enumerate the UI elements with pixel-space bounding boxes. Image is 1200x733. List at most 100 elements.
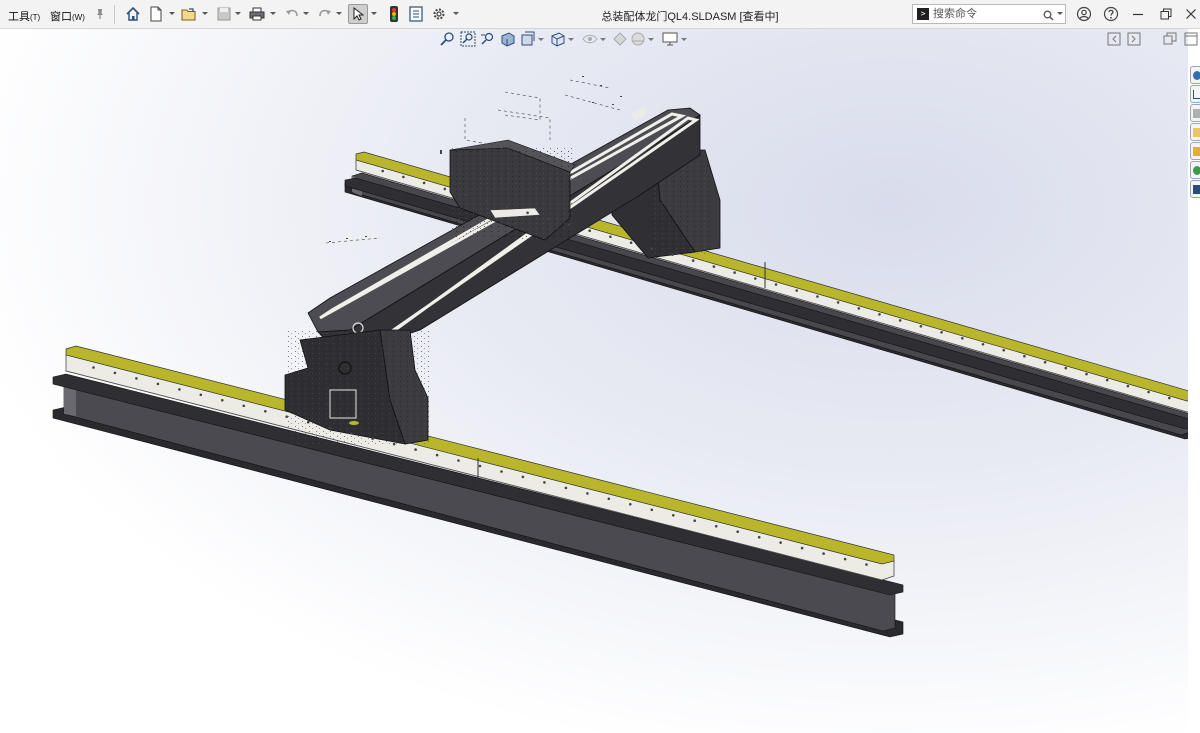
- save-dropdown-caret[interactable]: [234, 10, 242, 18]
- graphics-area[interactable]: [0, 29, 1188, 733]
- viewport-maximize-icon[interactable]: [1184, 32, 1200, 48]
- bolt-hole: [457, 459, 460, 462]
- search-box[interactable]: >: [912, 4, 1066, 24]
- print-dropdown-caret[interactable]: [269, 10, 277, 18]
- menu-tools[interactable]: 工具(T): [8, 8, 40, 24]
- bolt-hole: [586, 492, 589, 495]
- zoom-to-area-icon[interactable]: [460, 31, 477, 48]
- redo-icon[interactable]: [315, 4, 335, 24]
- bolt-hole: [1168, 396, 1171, 400]
- bolt-hole: [349, 431, 353, 435]
- bolt-hole: [836, 301, 840, 304]
- tab-custom-properties[interactable]: [1190, 180, 1200, 198]
- bolt-hole: [754, 277, 757, 280]
- bolt-hole: [774, 283, 778, 286]
- hide-show-items-icon[interactable]: [582, 31, 599, 48]
- bolt-hole: [306, 420, 310, 424]
- section-view-icon[interactable]: [500, 31, 517, 48]
- heads-up-view-toolbar: [436, 31, 696, 49]
- user-account-icon[interactable]: [1073, 4, 1095, 24]
- options-dropdown-caret[interactable]: [452, 10, 460, 18]
- menu-window-label: 窗口: [50, 11, 72, 23]
- bolt-hole: [693, 519, 696, 522]
- dock-panel-right-icon[interactable]: [1127, 32, 1143, 48]
- new-dropdown-caret[interactable]: [168, 10, 176, 18]
- folder-icon: [1193, 128, 1200, 137]
- redo-dropdown-caret[interactable]: [335, 10, 343, 18]
- viewport-restore-icon[interactable]: [1163, 32, 1179, 48]
- bolt-hole: [422, 181, 426, 185]
- title-bar: 工具(T) 窗口(W) 总装配体龙门QL4.SLDASM [查看中] > 搜索命…: [0, 0, 1200, 29]
- orientation-dropdown-caret[interactable]: [568, 37, 574, 43]
- select-dropdown-caret[interactable]: [370, 10, 378, 18]
- bolt-hole: [650, 508, 654, 512]
- new-document-icon[interactable]: [146, 4, 166, 24]
- select-pointer-icon[interactable]: [348, 4, 368, 24]
- properties-icon: [1193, 185, 1200, 194]
- close-icon[interactable]: [1180, 4, 1200, 24]
- tab-design-library[interactable]: [1190, 104, 1200, 122]
- restore-icon[interactable]: [1155, 4, 1177, 24]
- tab-home[interactable]: [1190, 85, 1200, 103]
- previous-view-icon[interactable]: [480, 31, 497, 48]
- tab-file-explorer[interactable]: [1190, 123, 1200, 141]
- tab-appearances[interactable]: [1190, 161, 1200, 179]
- gear-icon[interactable]: [429, 4, 449, 24]
- bolt-hole: [733, 271, 736, 274]
- menu-window[interactable]: 窗口(W): [50, 8, 85, 24]
- bolt-hole: [736, 530, 739, 533]
- bolt-hole: [1002, 348, 1005, 352]
- bolt-hole: [521, 475, 525, 479]
- help-icon[interactable]: [1100, 4, 1122, 24]
- bolt-hole: [609, 235, 612, 238]
- library-icon: [1193, 109, 1200, 118]
- zoom-to-fit-icon[interactable]: [440, 31, 457, 48]
- bolt-hole: [672, 514, 675, 517]
- minimize-icon[interactable]: [1127, 4, 1149, 24]
- dynamic-annotation-icon[interactable]: [520, 31, 537, 48]
- bolt-hole: [478, 464, 482, 468]
- undo-icon[interactable]: [282, 4, 302, 24]
- search-input[interactable]: [933, 7, 1041, 21]
- bolt-hole: [671, 253, 674, 256]
- edit-appearance-icon[interactable]: [612, 31, 629, 48]
- bolt-hole: [857, 307, 861, 310]
- command-prompt-icon: >: [917, 8, 929, 20]
- pin-icon[interactable]: [90, 4, 110, 24]
- globe-icon: [1193, 71, 1200, 80]
- bolt-hole: [564, 486, 568, 490]
- dock-panel-left-icon[interactable]: [1107, 32, 1123, 48]
- tab-solidworks-resources[interactable]: [1190, 66, 1200, 84]
- appearance-icon: [1193, 166, 1200, 175]
- annotation-dropdown-caret[interactable]: [538, 37, 544, 43]
- gantry-assembly-model[interactable]: [0, 29, 1188, 733]
- undo-dropdown-caret[interactable]: [302, 10, 310, 18]
- view-settings-icon[interactable]: [662, 31, 679, 48]
- home-icon[interactable]: [123, 4, 143, 24]
- hide-show-dropdown-caret[interactable]: [600, 37, 606, 43]
- document-title: 总装配体龙门QL4.SLDASM [查看中]: [601, 11, 779, 23]
- file-properties-icon[interactable]: [406, 4, 426, 24]
- bolt-hole: [1147, 390, 1150, 394]
- bolt-hole: [500, 470, 503, 473]
- apply-scene-icon[interactable]: [630, 31, 647, 48]
- bolt-hole: [843, 557, 847, 561]
- scene-dropdown-caret[interactable]: [648, 37, 654, 43]
- task-pane-tabs: [1190, 66, 1200, 198]
- view-orientation-icon[interactable]: [550, 31, 567, 48]
- bolt-hole: [650, 247, 654, 250]
- bolt-hole: [961, 337, 964, 340]
- traffic-light-icon[interactable]: [384, 4, 404, 24]
- open-folder-icon[interactable]: [179, 4, 199, 24]
- bolt-hole: [629, 503, 632, 506]
- print-icon[interactable]: [247, 4, 267, 24]
- bolt-hole: [381, 169, 385, 173]
- view-settings-dropdown-caret[interactable]: [681, 37, 687, 43]
- bolt-hole: [1023, 354, 1026, 358]
- bolt-hole: [629, 241, 633, 244]
- search-dropdown-caret[interactable]: [1056, 8, 1064, 18]
- tab-view-palette[interactable]: [1190, 142, 1200, 160]
- save-icon[interactable]: [214, 4, 234, 24]
- search-icon[interactable]: [1043, 8, 1054, 26]
- open-dropdown-caret[interactable]: [201, 10, 209, 18]
